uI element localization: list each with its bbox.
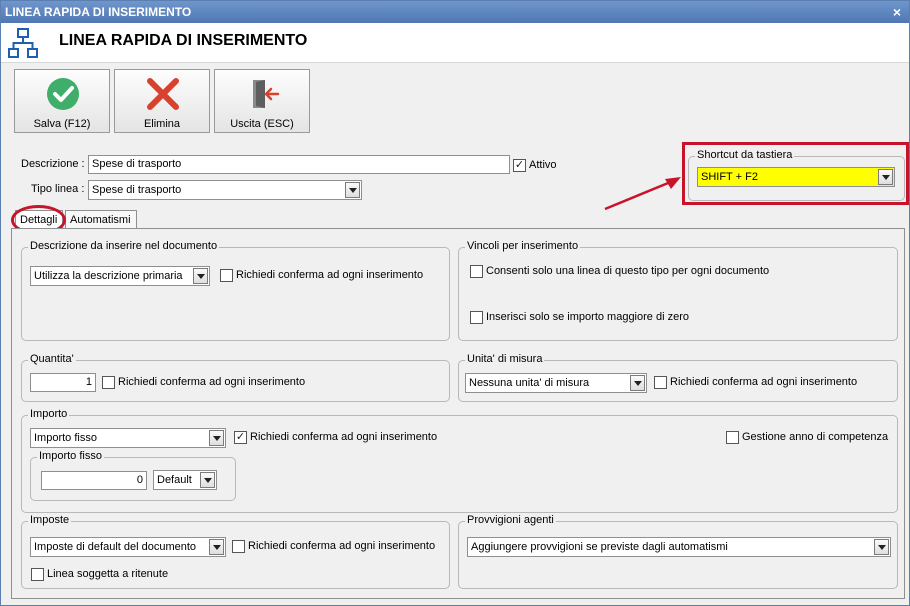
dialog-window: LINEA RAPIDA DI INSERIMENTO × LINEA RAPI… — [0, 0, 910, 606]
quantita-input[interactable]: 1 — [30, 373, 96, 392]
descrizione-doc-group: Descrizione da inserire nel documento Ut… — [21, 240, 450, 341]
close-x-icon — [147, 78, 179, 110]
delete-button[interactable]: Elimina — [114, 69, 210, 133]
check-icon: ✓ — [513, 159, 526, 172]
descrizione-doc-value: Utilizza la descrizione primaria — [34, 270, 183, 282]
exit-label: Uscita (ESC) — [230, 118, 294, 130]
descrizione-doc-confirm-label: Richiedi conferma ad ogni inserimento — [236, 269, 424, 281]
tipo-linea-value: Spese di trasporto — [92, 184, 182, 196]
exit-door-icon — [253, 80, 280, 108]
provvigioni-value: Aggiungere provvigioni se previste dagli… — [471, 541, 728, 553]
quantita-confirm-label: Richiedi conferma ad ogni inserimento — [118, 376, 306, 388]
attivo-label: Attivo — [529, 159, 557, 171]
chevron-down-icon[interactable] — [874, 539, 889, 555]
network-icon — [8, 28, 38, 58]
close-icon[interactable]: × — [893, 4, 901, 20]
gestione-anno-label: Gestione anno di competenza — [742, 431, 889, 443]
checkbox-box — [102, 376, 115, 389]
annotation-arrow — [604, 177, 681, 211]
importo-fisso-title: Importo fisso — [37, 450, 104, 462]
tab-dettagli-label: Dettagli — [20, 214, 58, 226]
chevron-down-icon[interactable] — [193, 268, 208, 284]
importo-fisso-select[interactable]: Default — [153, 470, 217, 490]
unita-group: Unita' di misura Nessuna unita' di misur… — [458, 353, 898, 402]
checkbox-box — [470, 311, 483, 324]
chevron-down-icon[interactable] — [209, 430, 224, 446]
descrizione-doc-title: Descrizione da inserire nel documento — [28, 240, 220, 252]
importo-group: Importo Importo fisso ✓ Richiedi conferm… — [21, 408, 898, 513]
checkbox-box — [31, 568, 44, 581]
provvigioni-title: Provvigioni agenti — [465, 514, 556, 526]
imposte-value: Imposte di default del documento — [34, 541, 197, 553]
shortcut-group: Shortcut da tastiera SHIFT + F2 — [688, 149, 905, 201]
tab-dettagli[interactable]: Dettagli — [15, 210, 63, 230]
unita-select[interactable]: Nessuna unita' di misura — [465, 373, 647, 393]
quantita-title: Quantita' — [28, 353, 76, 365]
tipo-linea-select[interactable]: Spese di trasporto — [88, 180, 362, 200]
check-circle-icon — [47, 78, 79, 110]
importo-confirm-label: Richiedi conferma ad ogni inserimento — [250, 431, 438, 443]
vincoli-title: Vincoli per inserimento — [465, 240, 581, 252]
tab-automatismi-label: Automatismi — [70, 214, 131, 226]
importo-fisso-group: Importo fisso 0 Default — [30, 450, 236, 501]
vincoli-group: Vincoli per inserimento Consenti solo un… — [458, 240, 898, 341]
provvigioni-group: Provvigioni agenti Aggiungere provvigion… — [458, 514, 898, 589]
chevron-down-icon[interactable] — [878, 169, 893, 185]
save-button[interactable]: Salva (F12) — [14, 69, 110, 133]
delete-label: Elimina — [143, 118, 181, 130]
checkbox-box — [470, 265, 483, 278]
save-label: Salva (F12) — [33, 118, 91, 130]
imposte-select[interactable]: Imposte di default del documento — [30, 537, 226, 557]
check-icon: ✓ — [234, 431, 247, 444]
tab-automatismi[interactable]: Automatismi — [65, 210, 137, 230]
importo-fisso-select-value: Default — [157, 474, 192, 486]
descrizione-input[interactable]: Spese di trasporto — [88, 155, 510, 174]
shortcut-group-title: Shortcut da tastiera — [695, 149, 795, 161]
shortcut-select[interactable]: SHIFT + F2 — [697, 167, 895, 187]
provvigioni-select[interactable]: Aggiungere provvigioni se previste dagli… — [467, 537, 891, 557]
checkbox-box — [726, 431, 739, 444]
chevron-down-icon[interactable] — [209, 539, 224, 555]
tipo-linea-label: Tipo linea : — [31, 183, 85, 195]
checkbox-box — [654, 376, 667, 389]
chevron-down-icon[interactable] — [345, 182, 360, 198]
vincoli-option1-label: Consenti solo una linea di questo tipo p… — [486, 265, 770, 277]
unita-title: Unita' di misura — [465, 353, 545, 365]
chevron-down-icon[interactable] — [200, 472, 215, 488]
imposte-title: Imposte — [28, 514, 72, 526]
importo-fisso-input[interactable]: 0 — [41, 471, 147, 490]
tab-panel-dettagli: Descrizione da inserire nel documento Ut… — [11, 228, 905, 599]
page-title: LINEA RAPIDA DI INSERIMENTO — [59, 32, 308, 49]
window-title: LINEA RAPIDA DI INSERIMENTO — [5, 5, 192, 19]
checkbox-box — [232, 540, 245, 553]
unita-confirm-label: Richiedi conferma ad ogni inserimento — [670, 376, 858, 388]
vincoli-option2-label: Inserisci solo se importo maggiore di ze… — [486, 311, 689, 323]
descrizione-doc-select[interactable]: Utilizza la descrizione primaria — [30, 266, 210, 286]
unita-value: Nessuna unita' di misura — [469, 377, 590, 389]
chevron-down-icon[interactable] — [630, 375, 645, 391]
imposte-confirm-label: Richiedi conferma ad ogni inserimento — [248, 540, 436, 552]
checkbox-box — [220, 269, 233, 282]
ritenute-label: Linea soggetta a ritenute — [47, 568, 169, 580]
importo-value: Importo fisso — [34, 432, 97, 444]
importo-title: Importo — [28, 408, 70, 420]
descrizione-label: Descrizione : — [21, 158, 85, 170]
quantita-group: Quantita' 1 Richiedi conferma ad ogni in… — [21, 353, 450, 402]
imposte-group: Imposte Imposte di default del documento… — [21, 514, 450, 589]
shortcut-value: SHIFT + F2 — [701, 171, 758, 183]
dialog-header: LINEA RAPIDA DI INSERIMENTO — [1, 23, 909, 63]
title-bar: LINEA RAPIDA DI INSERIMENTO × — [1, 1, 909, 23]
exit-button[interactable]: Uscita (ESC) — [214, 69, 310, 133]
importo-select[interactable]: Importo fisso — [30, 428, 226, 448]
